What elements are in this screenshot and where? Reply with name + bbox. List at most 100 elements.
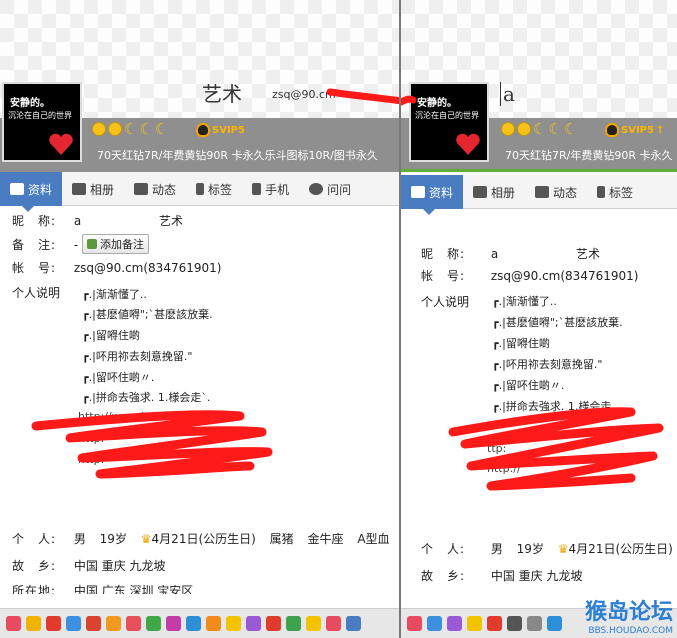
yellow-diamond-icon[interactable]: [467, 616, 482, 631]
diamond-red-icon[interactable]: [46, 616, 61, 631]
bookmark-icon: [597, 186, 606, 198]
tab-tags[interactable]: 标签: [587, 175, 643, 209]
tab-profile[interactable]: 资料: [401, 175, 464, 215]
constellation-value: 金牛座: [307, 532, 344, 546]
account-value[interactable]: zsq@90.cm(834761901): [74, 261, 222, 275]
avatar[interactable]: 安静的。 沉沦在自己的世界: [409, 82, 489, 162]
heart-icon[interactable]: [326, 616, 341, 631]
blue-diamond-icon[interactable]: [186, 616, 201, 631]
note-label: 备 注:: [12, 238, 57, 252]
service-icons-bar: [0, 608, 399, 638]
svip-badge[interactable]: SVIP5: [196, 123, 245, 137]
moon-icon: ☾: [124, 120, 138, 138]
tab-feed[interactable]: 动态: [525, 175, 587, 209]
avatar-text-line2: 沉沦在自己的世界: [8, 111, 72, 120]
signature-line: ┏.|甚麽値嘚";`甚麽該放棄.: [82, 308, 213, 321]
qzone-icon[interactable]: [407, 616, 422, 631]
heart-icon[interactable]: [507, 616, 522, 631]
svip-badge[interactable]: SVIP5 ↑: [605, 123, 664, 137]
blood-type-value: A型血: [357, 532, 390, 546]
signature-label-row: 个人说明: [12, 284, 60, 301]
music-icon[interactable]: [86, 616, 101, 631]
birthday-value: 4月21日(公历生日): [568, 542, 673, 556]
account-value[interactable]: zsq@90.cm(834761901): [491, 269, 639, 283]
signature-line: ┏.|吥用祢去刻意挽留.": [82, 350, 193, 363]
pink-diamond-icon[interactable]: [166, 616, 181, 631]
signature-url[interactable]: ttp:: [487, 442, 506, 455]
signature-label: 个人说明: [12, 286, 61, 300]
up-arrow-icon: ↑: [655, 124, 665, 136]
svip-label: SVIP5: [621, 124, 654, 136]
purple-diamond-icon[interactable]: [246, 616, 261, 631]
bookmark-icon: [196, 183, 205, 195]
note-icon: [87, 239, 97, 249]
tab-bar: 资料 相册 动态 标签 手机 问问: [0, 172, 399, 212]
arrow-icon[interactable]: [266, 616, 281, 631]
phone-icon: [252, 183, 262, 195]
location-row: 所在地: 中国 广东 深圳 宝安区: [12, 582, 193, 594]
yellow-diamond-icon[interactable]: [306, 616, 321, 631]
avatar[interactable]: 安静的。 沉沦在自己的世界: [2, 82, 82, 162]
moon-icon: ☾: [533, 120, 547, 138]
heart-icon: [49, 133, 73, 155]
signature-url[interactable]: http://: [487, 462, 521, 475]
game-icon[interactable]: [126, 616, 141, 631]
signature-url[interactable]: http:: [78, 453, 104, 466]
feed-icon: [535, 186, 550, 198]
tab-profile[interactable]: 资料: [0, 172, 63, 212]
signature-url[interactable]: http://www.km080.ekas.cn/: [78, 410, 228, 423]
tab-label: 资料: [28, 182, 53, 197]
tab-label: 动态: [152, 182, 177, 197]
nickname-value-2: 艺术: [159, 214, 184, 228]
hometown-value: 中国 重庆 九龙坡: [73, 559, 166, 573]
penguin-icon[interactable]: [26, 616, 41, 631]
signature-line: ┏.|拼命去強求. 1.様会走: [492, 400, 612, 413]
signature-url[interactable]: http:: [78, 432, 104, 445]
penguin-icon: [605, 123, 619, 137]
crown-icon: ♛: [140, 532, 152, 546]
show-icon[interactable]: [66, 616, 81, 631]
tab-qa[interactable]: 问问: [299, 172, 361, 206]
speed-icon[interactable]: [286, 616, 301, 631]
tab-album[interactable]: 相册: [62, 172, 124, 206]
signature-line: ┏.|留吥住啲〃.: [492, 379, 565, 392]
gender-value: 男: [73, 532, 86, 546]
avatar-text-line2: 沉沦在自己的世界: [415, 111, 479, 120]
tab-label: 问问: [327, 182, 352, 197]
star-icon[interactable]: [346, 616, 361, 631]
tab-mobile[interactable]: 手机: [242, 172, 299, 206]
level-icons: ☾ ☾ ☾: [501, 120, 577, 138]
tab-feed[interactable]: 动态: [124, 172, 186, 206]
nickname-value: a: [490, 247, 499, 261]
star-icon[interactable]: [427, 616, 442, 631]
age-value: 19岁: [516, 542, 544, 556]
green-diamond-icon[interactable]: [146, 616, 161, 631]
mail-icon[interactable]: [547, 616, 562, 631]
tab-album[interactable]: 相册: [463, 175, 525, 209]
moon-icon: ☾: [139, 120, 153, 138]
apps-icon[interactable]: [206, 616, 221, 631]
album-icon: [72, 183, 87, 195]
book-icon[interactable]: [226, 616, 241, 631]
red-diamond-icon[interactable]: [487, 616, 502, 631]
watermark-site: BBS.HOUDAO.COM: [588, 626, 673, 636]
tab-label: 手机: [265, 182, 290, 197]
gender-value: 男: [490, 542, 503, 556]
nickname-edit-field[interactable]: a: [500, 82, 515, 106]
watermark-brand: 猴岛论坛: [584, 599, 673, 625]
pet-icon[interactable]: [106, 616, 121, 631]
sun-face-icon: [517, 122, 531, 136]
printer-icon[interactable]: [527, 616, 542, 631]
hometown-label: 故 乡:: [12, 559, 57, 573]
signature-line: ┏.|渐渐懂了..: [82, 288, 147, 301]
add-note-button[interactable]: 添加备注: [82, 234, 149, 254]
header-description: 70天红钻7R/年费黄钻90R 卡永久: [505, 149, 673, 162]
tab-tags[interactable]: 标签: [186, 172, 242, 206]
penguin-icon: [196, 123, 210, 137]
purple-diamond-icon[interactable]: [447, 616, 462, 631]
avatar-text-line1: 安静的。: [10, 98, 50, 109]
profile-card-icon: [10, 183, 24, 195]
qzone-icon[interactable]: [6, 616, 21, 631]
sun-face-icon: [92, 122, 106, 136]
person-label: 个 人:: [12, 532, 57, 546]
